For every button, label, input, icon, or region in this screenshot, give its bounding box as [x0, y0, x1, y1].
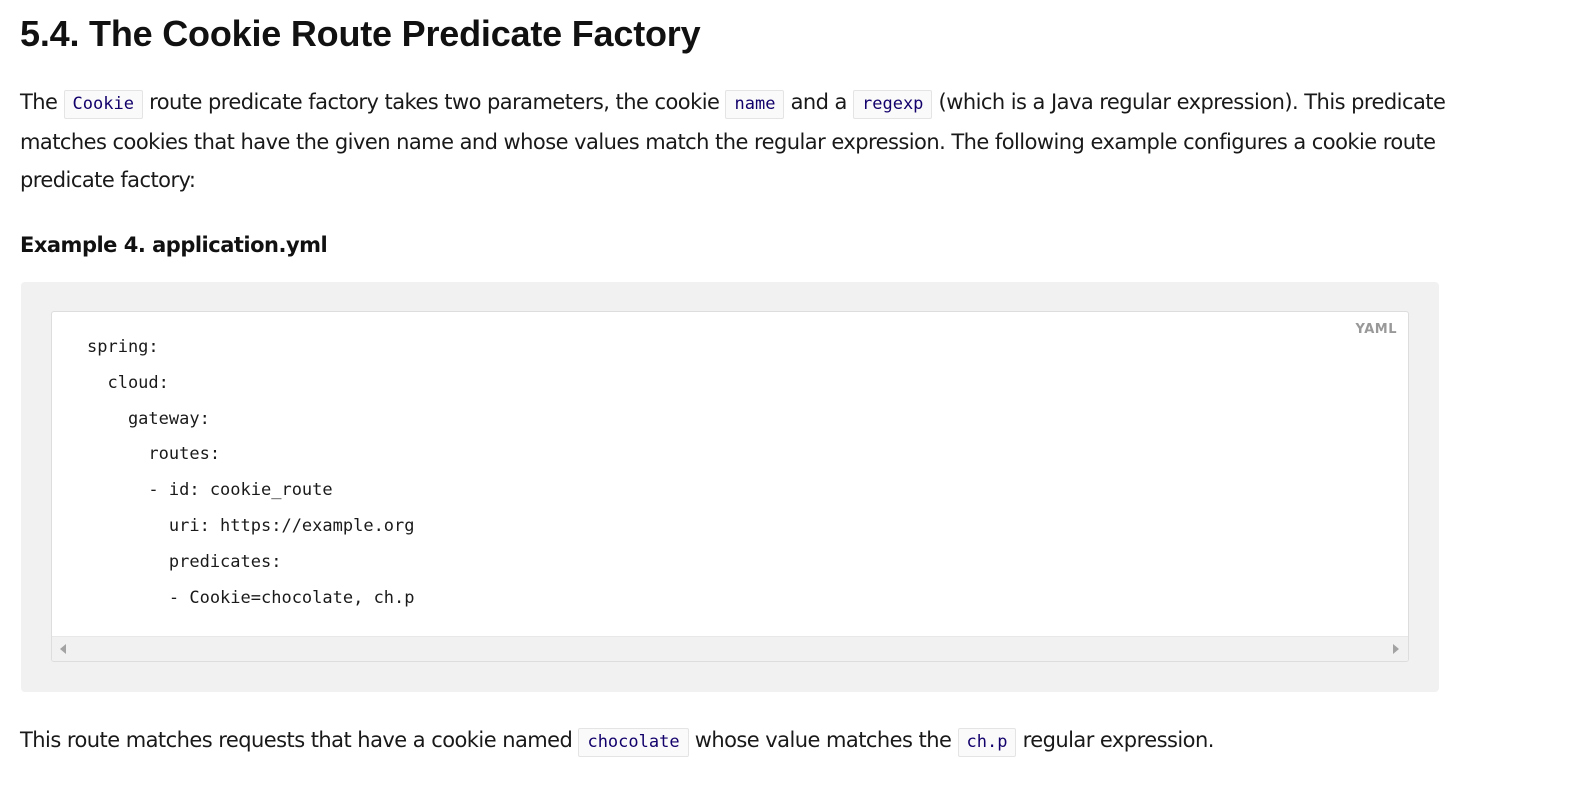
- code-line: - id: cookie_route: [87, 480, 333, 501]
- intro-text-2: route predicate factory takes two parame…: [142, 90, 726, 114]
- code-line: predicates:: [87, 551, 282, 572]
- inline-code-cookie: Cookie: [63, 90, 143, 119]
- code-line: - Cookie=chocolate, ch.p: [87, 587, 415, 608]
- outro-text-3: regular expression.: [1016, 728, 1215, 752]
- language-label: YAML: [1355, 322, 1397, 337]
- inline-code-chocolate: chocolate: [578, 728, 689, 757]
- outro-text-1: This route matches requests that have a …: [20, 728, 579, 752]
- horizontal-scrollbar[interactable]: [52, 636, 1408, 661]
- code-lines: spring: cloud: gateway: routes: - id: co…: [87, 330, 415, 616]
- scroll-left-arrow-icon[interactable]: [60, 644, 66, 654]
- inline-code-regexp: regexp: [853, 90, 933, 119]
- scroll-right-arrow-icon[interactable]: [1393, 644, 1399, 654]
- intro-text-3: and a: [784, 90, 853, 114]
- outro-paragraph: This route matches requests that have a …: [20, 721, 1460, 761]
- intro-paragraph: The Cookie route predicate factory takes…: [20, 83, 1460, 199]
- intro-text-1: The: [20, 90, 64, 114]
- inline-code-name: name: [725, 90, 785, 119]
- code-line: spring:: [87, 337, 159, 357]
- example-caption: Example 4. application.yml: [20, 233, 328, 257]
- inline-code-ch-p: ch.p: [957, 728, 1017, 757]
- code-listing[interactable]: YAML spring: cloud: gateway: routes: - i…: [51, 311, 1409, 662]
- code-line: cloud:: [87, 372, 169, 393]
- documentation-page: 5.4. The Cookie Route Predicate Factory …: [0, 0, 1582, 798]
- code-line: routes:: [87, 444, 221, 465]
- code-line: uri: https://example.org: [87, 515, 415, 536]
- section-heading: 5.4. The Cookie Route Predicate Factory: [20, 13, 701, 54]
- outro-text-2: whose value matches the: [688, 728, 958, 752]
- code-line: gateway:: [87, 408, 210, 429]
- example-block: YAML spring: cloud: gateway: routes: - i…: [21, 282, 1439, 692]
